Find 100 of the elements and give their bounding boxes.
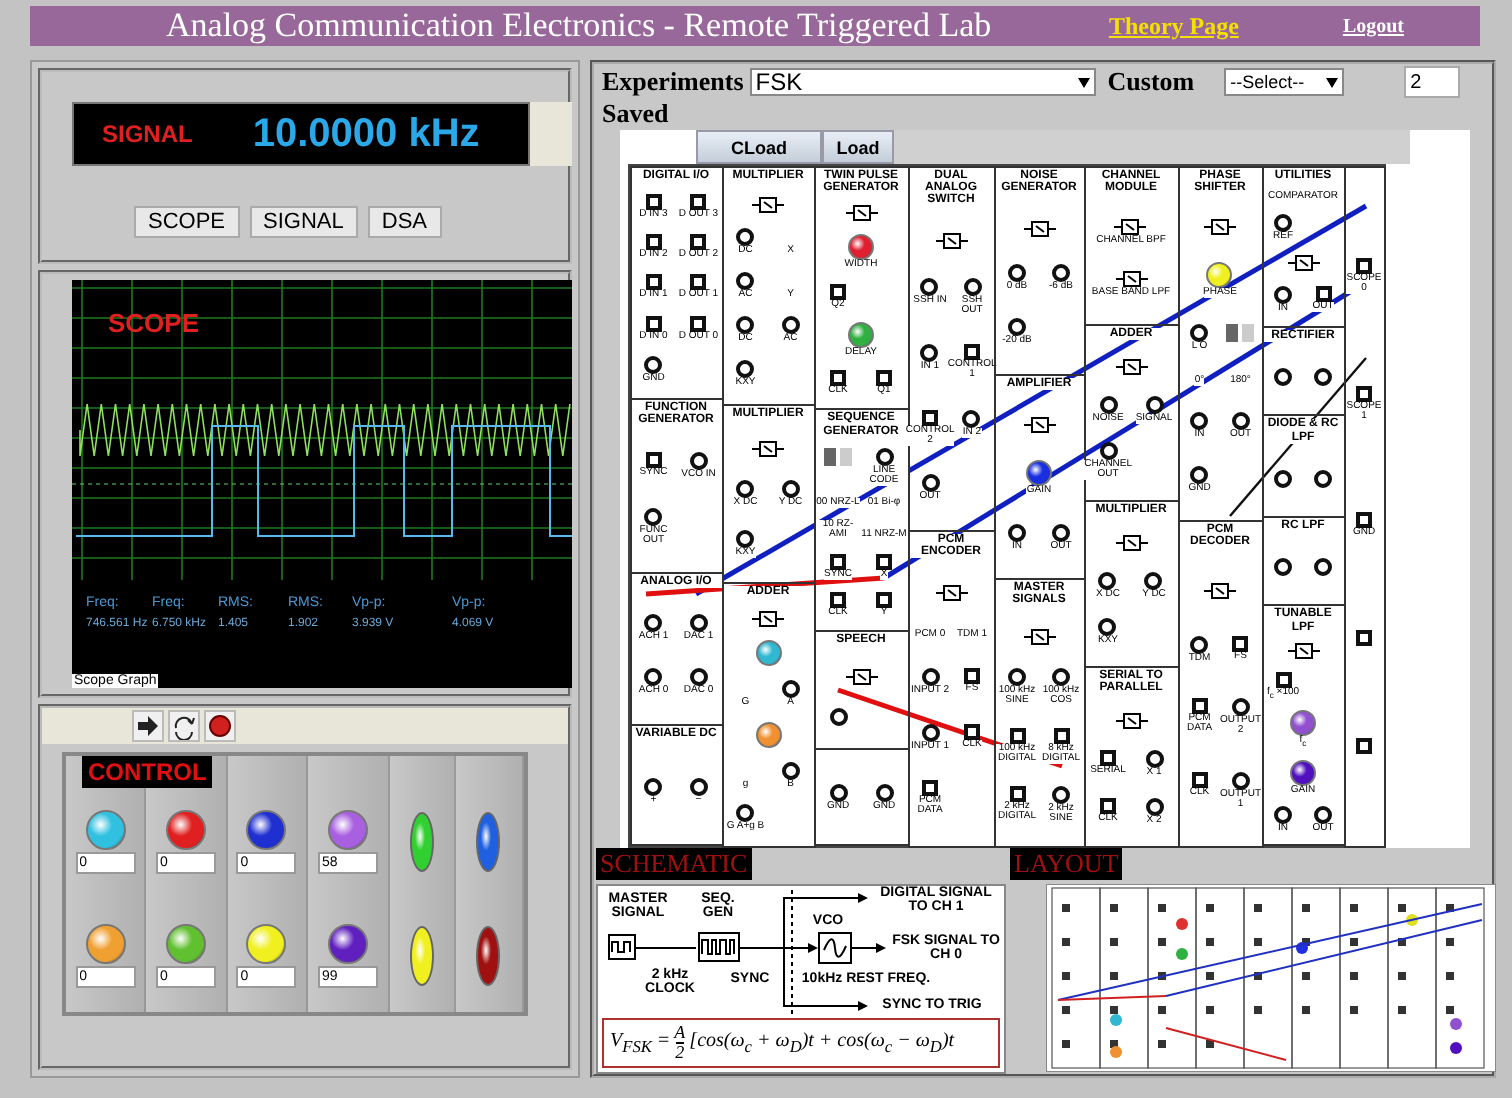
square-jack[interactable] (690, 315, 707, 332)
round-jack[interactable] (1231, 698, 1250, 717)
round-jack[interactable] (689, 777, 708, 796)
square-jack[interactable] (1191, 698, 1208, 715)
square-jack[interactable] (645, 315, 662, 332)
square-jack[interactable] (690, 274, 707, 291)
load-button[interactable]: CLoad (696, 130, 822, 164)
square-jack[interactable] (690, 194, 707, 211)
square-jack[interactable] (1356, 630, 1372, 647)
square-jack[interactable] (1099, 797, 1116, 814)
round-jack[interactable] (644, 613, 663, 632)
round-jack[interactable] (1274, 806, 1292, 825)
loop-arrows-icon[interactable] (168, 710, 200, 742)
toggle-switch[interactable] (824, 448, 852, 466)
signal-label: SIGNAL (102, 120, 193, 148)
round-jack[interactable] (644, 355, 663, 374)
round-jack[interactable] (689, 613, 708, 632)
square-jack[interactable] (1356, 258, 1372, 275)
round-jack[interactable] (1052, 667, 1070, 686)
square-jack[interactable] (922, 780, 938, 797)
round-jack[interactable] (1190, 635, 1209, 654)
square-jack[interactable] (1053, 727, 1069, 744)
knob[interactable] (246, 809, 287, 849)
square-jack[interactable] (1009, 727, 1025, 744)
square-jack[interactable] (1009, 785, 1025, 802)
square-jack[interactable] (963, 724, 980, 741)
control-title: CONTROL (82, 756, 213, 788)
knob[interactable] (848, 321, 874, 348)
round-jack[interactable] (921, 668, 939, 687)
square-jack[interactable] (645, 194, 662, 211)
square-jack[interactable] (645, 274, 662, 291)
block-symbol-icon (1023, 219, 1055, 238)
round-jack[interactable] (1145, 750, 1163, 769)
square-jack[interactable] (1356, 737, 1372, 754)
block-symbol-icon (1115, 712, 1147, 731)
round-jack[interactable] (736, 315, 755, 334)
square-jack[interactable] (645, 234, 662, 251)
round-jack[interactable] (689, 452, 708, 471)
round-jack[interactable] (1274, 214, 1292, 233)
knob[interactable] (328, 923, 369, 963)
formula-text: V$_{FSK}$ = (610, 1030, 671, 1056)
round-jack[interactable] (1145, 797, 1163, 816)
square-jack[interactable] (1099, 750, 1116, 767)
round-jack[interactable] (644, 777, 663, 796)
round-jack[interactable] (1052, 785, 1070, 804)
round-jack[interactable] (875, 783, 893, 802)
experiment-select[interactable]: FSK (749, 68, 1096, 96)
round-jack[interactable] (829, 783, 847, 802)
round-jack[interactable] (781, 480, 800, 499)
round-jack[interactable] (736, 359, 755, 378)
round-jack[interactable] (689, 668, 708, 687)
round-jack[interactable] (1008, 667, 1026, 686)
knob[interactable] (755, 722, 781, 749)
experiments-label: Experiments (602, 66, 744, 98)
square-jack[interactable] (1232, 635, 1249, 652)
round-jack[interactable] (736, 480, 755, 499)
round-jack[interactable] (1098, 618, 1117, 637)
round-jack[interactable] (736, 228, 755, 247)
block-symbol-icon (845, 204, 877, 223)
square-jack[interactable] (964, 668, 980, 685)
stop-icon[interactable] (204, 710, 236, 742)
round-jack[interactable] (736, 272, 755, 291)
square-jack[interactable] (830, 283, 846, 300)
round-jack[interactable] (921, 724, 939, 743)
view-button[interactable]: SIGNAL (249, 206, 358, 238)
round-jack[interactable] (781, 315, 800, 334)
saved-select[interactable]: --Select-- (1224, 68, 1345, 96)
round-jack[interactable] (1007, 264, 1026, 282)
frequency-readout: 10.0000 kHz (252, 111, 480, 157)
square-jack[interactable] (1275, 671, 1291, 688)
knob[interactable] (1290, 759, 1316, 786)
load-button[interactable]: Load (822, 130, 894, 164)
square-jack[interactable] (829, 370, 846, 387)
arrow-icon[interactable] (132, 710, 164, 742)
round-jack[interactable] (829, 707, 847, 726)
dashed-divider (791, 889, 793, 1015)
round-jack[interactable] (736, 803, 755, 822)
custom-label: Custom (1107, 66, 1195, 98)
round-jack[interactable] (644, 668, 663, 687)
formula-text: A (674, 1024, 686, 1042)
round-jack[interactable] (781, 680, 800, 699)
knob[interactable] (755, 640, 781, 667)
knob[interactable] (1290, 710, 1316, 737)
round-jack[interactable] (644, 507, 663, 526)
square-jack[interactable] (645, 452, 662, 469)
round-jack[interactable] (736, 530, 755, 549)
view-button[interactable]: SCOPE (134, 206, 240, 238)
square-jack[interactable] (690, 234, 707, 251)
block-symbol-icon (935, 584, 967, 603)
round-jack[interactable] (781, 761, 800, 780)
square-jack[interactable] (830, 553, 846, 570)
round-jack[interactable] (1314, 806, 1332, 825)
round-jack[interactable] (1231, 771, 1250, 790)
round-jack[interactable] (1051, 264, 1070, 282)
count-field[interactable]: 2 (1404, 66, 1461, 98)
view-button[interactable]: DSA (367, 206, 441, 238)
square-jack[interactable] (1191, 771, 1208, 788)
knob[interactable] (847, 234, 874, 261)
logout-link[interactable]: Logout (1342, 15, 1404, 37)
square-jack[interactable] (876, 591, 892, 608)
